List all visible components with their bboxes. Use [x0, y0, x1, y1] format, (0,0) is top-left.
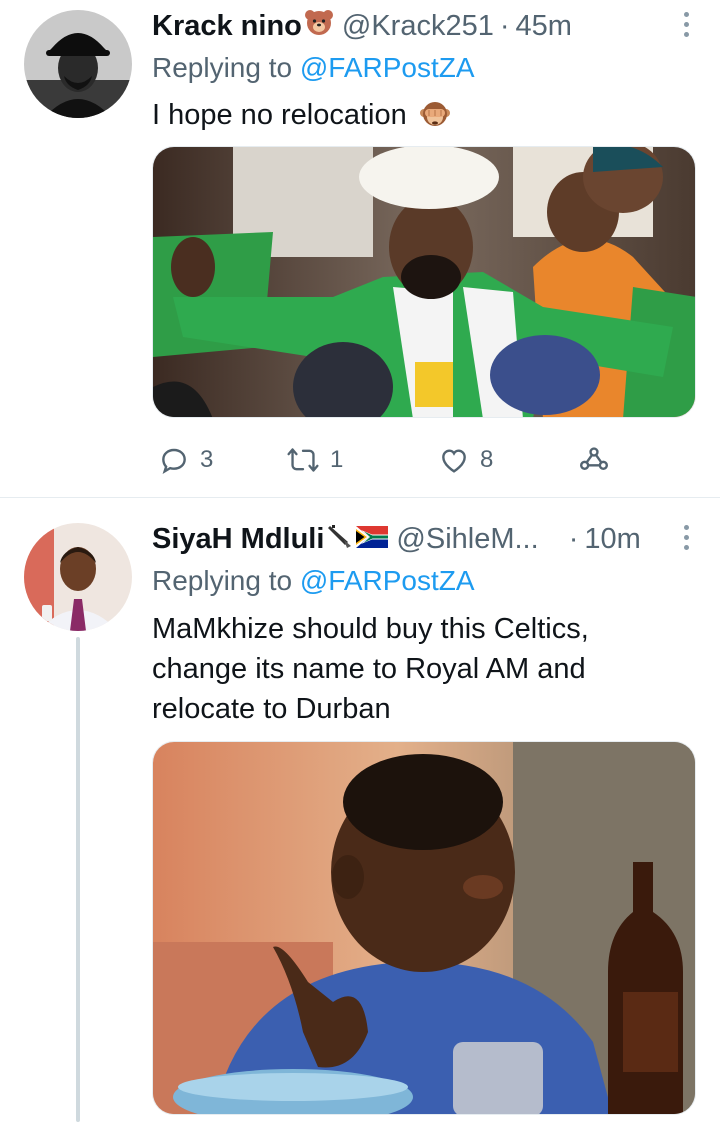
tweet-actions: 3 1 8: [158, 440, 628, 480]
tweet-text-body: I hope no relocation: [152, 99, 407, 131]
tweet-photo-fans[interactable]: [152, 146, 696, 418]
avatar-siyah-mdluli[interactable]: [24, 523, 132, 631]
display-name[interactable]: SiyaH Mdluli: [152, 523, 324, 556]
separator-dot: ·: [568, 522, 579, 555]
vuvuzela-icon: [326, 522, 352, 556]
separator-dot: ·: [499, 9, 510, 42]
reply-button[interactable]: 3: [158, 440, 213, 480]
see-no-evil-monkey-icon: [419, 99, 451, 140]
replying-to-link[interactable]: @FARPostZA: [300, 565, 475, 596]
retweet-count: 1: [330, 446, 344, 473]
replying-prefix: Replying to: [152, 565, 300, 596]
reply-icon: [158, 444, 190, 476]
more-options-icon[interactable]: [682, 12, 690, 37]
tweet-text: I hope no relocation: [152, 95, 672, 140]
timestamp[interactable]: 10m: [584, 523, 640, 556]
replying-prefix: Replying to: [152, 52, 300, 83]
tweet-text: MaMkhize should buy this Celtics, change…: [152, 613, 589, 725]
heart-icon: [438, 444, 470, 476]
tweet-photo-gif[interactable]: [152, 741, 696, 1115]
tweet-krack-nino[interactable]: Krack nino @Krack251 · 45m Replying to @…: [0, 0, 720, 498]
like-count: 8: [480, 446, 494, 473]
south-africa-flag-icon: [356, 523, 389, 556]
retweet-button[interactable]: 1: [286, 440, 343, 480]
handle[interactable]: @Krack251: [342, 10, 494, 43]
display-name[interactable]: Krack nino: [152, 10, 302, 43]
replying-to-link[interactable]: @FARPostZA: [300, 52, 475, 83]
tweet-header: Krack nino @Krack251 · 45m: [152, 6, 572, 46]
reply-count: 3: [200, 446, 214, 473]
avatar-krack-nino[interactable]: [24, 10, 132, 118]
thread-line: [76, 637, 80, 1122]
bear-face-icon: [304, 8, 334, 44]
share-icon: [578, 444, 610, 476]
replying-to: Replying to @FARPostZA: [152, 565, 475, 597]
share-button[interactable]: [578, 440, 610, 480]
retweet-icon: [286, 444, 320, 476]
like-button[interactable]: 8: [438, 440, 493, 480]
tweet-header: SiyaH Mdluli @SihleM... · 10m: [152, 519, 641, 559]
replying-to: Replying to @FARPostZA: [152, 52, 475, 84]
more-options-icon[interactable]: [682, 525, 690, 550]
tweet-siyah-mdluli[interactable]: SiyaH Mdluli @SihleM... · 10m Replying t…: [0, 499, 720, 1122]
handle[interactable]: @SihleM...: [396, 523, 538, 556]
timestamp[interactable]: 45m: [516, 10, 572, 43]
